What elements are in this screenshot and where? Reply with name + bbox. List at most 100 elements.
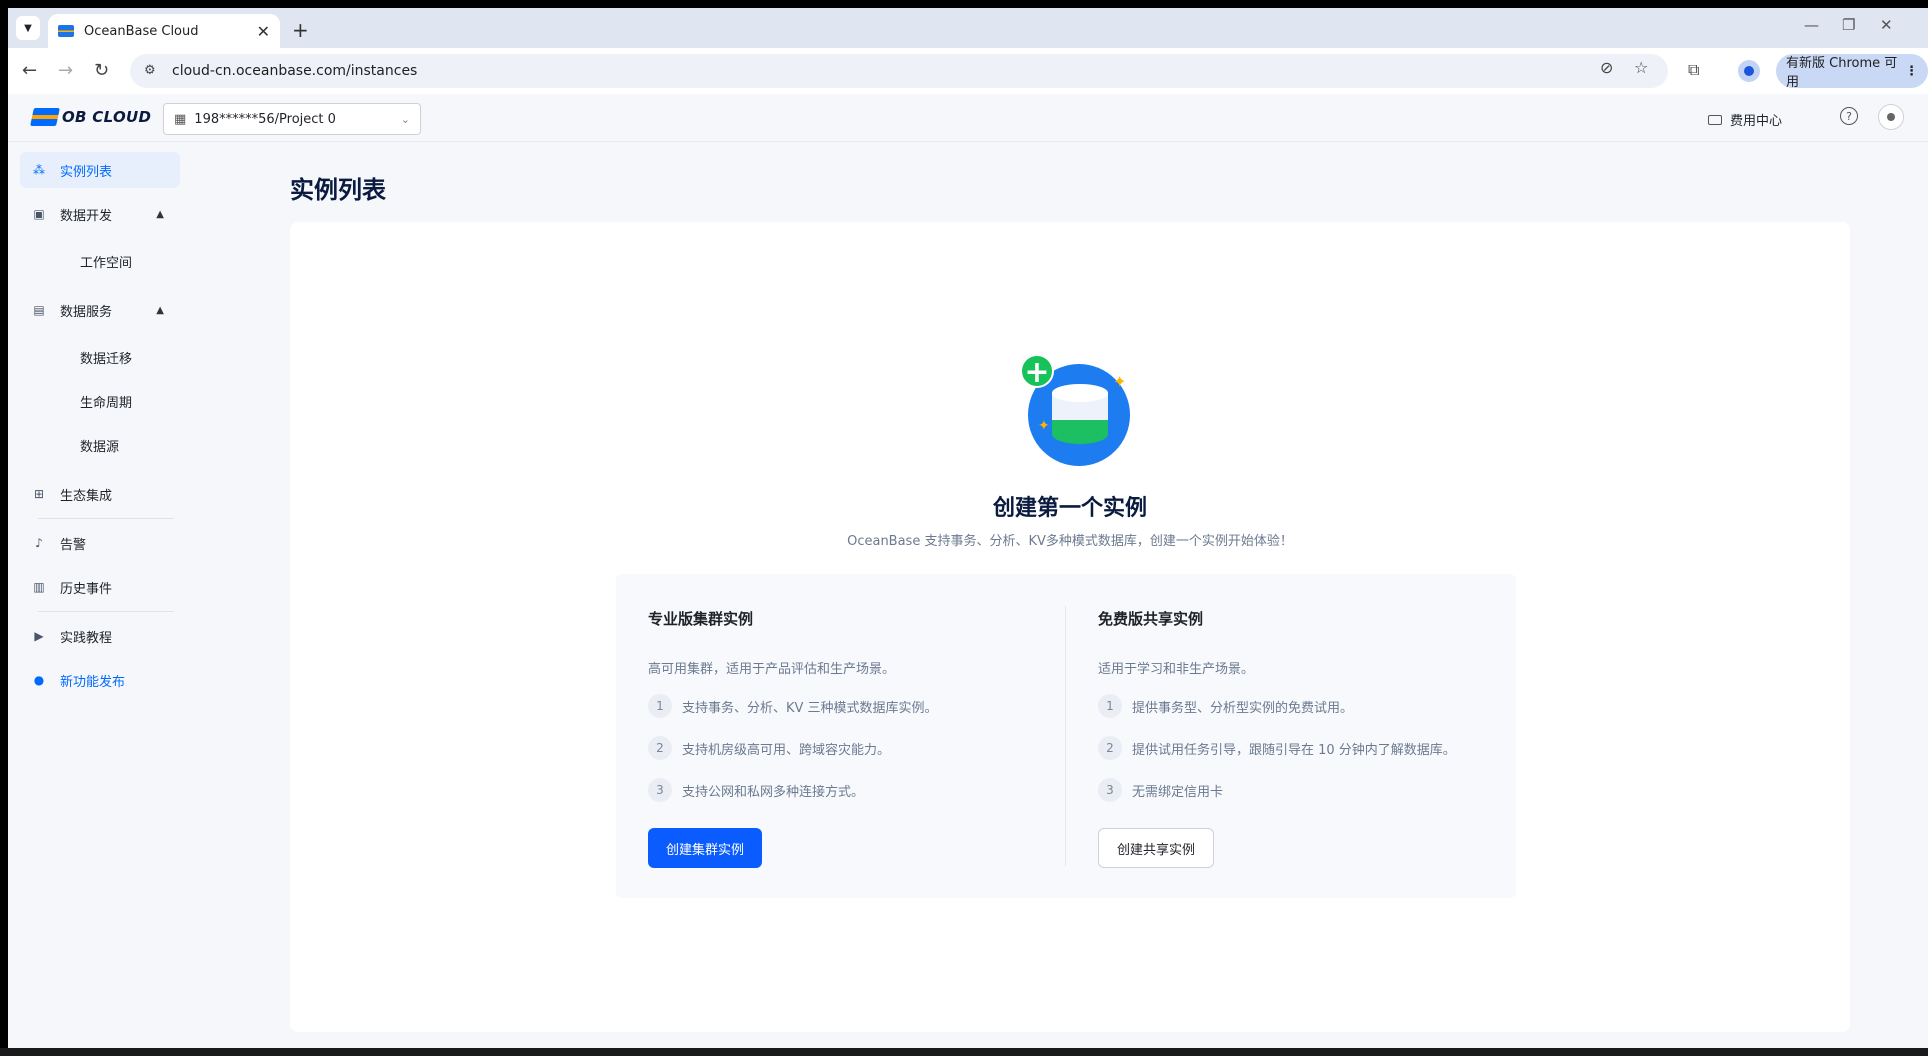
- list-item: 2 支持机房级高可用、跨域容灾能力。: [648, 736, 890, 760]
- profile-icon: [1744, 66, 1754, 76]
- sidebar-item-tutorials[interactable]: ▶ 实践教程: [20, 618, 180, 654]
- extensions-icon[interactable]: ⧉: [1688, 60, 1699, 80]
- sidebar-item-label: 生态集成: [60, 488, 113, 504]
- sidebar-item-data-migration[interactable]: 数据迁移: [80, 348, 132, 367]
- option-divider: [1065, 606, 1066, 866]
- sidebar-item-data-dev[interactable]: ▣ 数据开发 ▲: [20, 196, 180, 232]
- sidebar-item-ecosystem[interactable]: ⊞ 生态集成: [20, 476, 180, 512]
- bell-icon: ♪: [35, 536, 43, 550]
- sidebar-item-alerts[interactable]: ♪ 告警: [20, 525, 180, 561]
- update-chrome-button[interactable]: 有新版 Chrome 可用 ⋮: [1776, 54, 1928, 90]
- site-info-icon[interactable]: ⚙: [144, 63, 160, 79]
- create-instance-illustration: + ✦ ✦: [1020, 354, 1132, 466]
- free-shared-option: 免费版共享实例 适用于学习和非生产场景。 1 提供事务型、分析型实例的免费试用。…: [1098, 574, 1518, 898]
- tab-bar: ▼ OceanBase Cloud ✕ + — ❐ ✕: [8, 8, 1928, 48]
- sidebar-item-lifecycle[interactable]: 生命周期: [80, 392, 132, 411]
- sidebar-item-label: 数据开发: [60, 208, 113, 224]
- sidebar-item-new-features[interactable]: ● 新功能发布: [20, 662, 180, 698]
- logo[interactable]: OB CLOUD: [30, 108, 152, 126]
- app-header: OB CLOUD ▦ 198******56/Project 0 ⌄ 费用中心 …: [8, 94, 1928, 142]
- ob-logo-icon: [30, 108, 60, 126]
- empty-state-card: + ✦ ✦ 创建第一个实例 OceanBase 支持事务、分析、KV多种模式数据…: [290, 222, 1850, 1032]
- reload-icon[interactable]: ↻: [94, 60, 109, 81]
- chevron-up-icon: ▲: [156, 208, 164, 220]
- back-icon[interactable]: ←: [22, 60, 37, 81]
- building-icon: ▦: [174, 111, 187, 127]
- list-item-text: 提供试用任务引导，跟随引导在 10 分钟内了解数据库。: [1132, 742, 1456, 758]
- option-title: 专业版集群实例: [648, 610, 754, 628]
- sidebar-item-workspace[interactable]: 工作空间: [80, 252, 132, 271]
- more-menu-icon[interactable]: ⋮: [1905, 64, 1918, 79]
- hero-description: OceanBase 支持事务、分析、KV多种模式数据库，创建一个实例开始体验！: [847, 534, 1293, 549]
- taskbar: [0, 1048, 1928, 1056]
- window-close-icon[interactable]: ✕: [1880, 16, 1893, 34]
- sidebar: ⁂ 实例列表 ▣ 数据开发 ▲ 工作空间 ▤ 数据服务 ▲ 数据迁移 生命周期 …: [8, 142, 198, 1048]
- new-tab-button[interactable]: +: [292, 18, 309, 42]
- tab-title: OceanBase Cloud: [84, 23, 199, 39]
- minimize-icon[interactable]: —: [1804, 16, 1819, 34]
- option-title: 免费版共享实例: [1098, 610, 1204, 628]
- address-bar[interactable]: ⚙ cloud-cn.oceanbase.com/instances: [130, 54, 1668, 88]
- list-item: 3 支持公网和私网多种连接方式。: [648, 778, 864, 802]
- sidebar-item-data-source[interactable]: 数据源: [80, 436, 119, 455]
- project-selector[interactable]: ▦ 198******56/Project 0 ⌄: [163, 103, 421, 135]
- list-item: 3 无需绑定信用卡: [1098, 778, 1223, 802]
- sidebar-item-label: 数据服务: [60, 304, 113, 320]
- billing-label: 费用中心: [1730, 114, 1783, 129]
- chevron-down-icon: ▼: [24, 22, 32, 34]
- close-tab-icon[interactable]: ✕: [257, 22, 270, 41]
- forward-icon[interactable]: →: [58, 60, 73, 81]
- sidebar-item-label: 新功能发布: [60, 674, 126, 690]
- step-number: 3: [648, 778, 672, 802]
- profile-avatar[interactable]: [1738, 60, 1760, 82]
- play-icon: ▶: [34, 629, 44, 643]
- create-shared-instance-button[interactable]: 创建共享实例: [1098, 828, 1214, 868]
- tab-search-button[interactable]: ▼: [16, 16, 40, 40]
- eye-off-icon[interactable]: ⊘: [1600, 58, 1613, 77]
- step-number: 2: [648, 736, 672, 760]
- chevron-down-icon: ⌄: [400, 112, 410, 126]
- cluster-icon: ⁂: [33, 163, 45, 177]
- list-item-text: 支持机房级高可用、跨域容灾能力。: [682, 742, 891, 758]
- logo-text: OB CLOUD: [62, 108, 152, 126]
- update-label: 有新版 Chrome 可用: [1786, 56, 1898, 90]
- list-item-text: 提供事务型、分析型实例的免费试用。: [1132, 700, 1354, 716]
- browser-tab[interactable]: OceanBase Cloud ✕: [48, 14, 280, 48]
- step-number: 3: [1098, 778, 1122, 802]
- list-item: 1 提供事务型、分析型实例的免费试用。: [1098, 694, 1353, 718]
- database-base: [1052, 420, 1108, 444]
- sidebar-item-history[interactable]: ▥ 历史事件: [20, 569, 180, 605]
- chevron-up-icon: ▲: [156, 304, 164, 316]
- sidebar-item-label: 实践教程: [60, 630, 113, 646]
- browser-toolbar: ← → ↻ ⚙ cloud-cn.oceanbase.com/instances…: [8, 48, 1928, 94]
- page-title: 实例列表: [290, 176, 386, 204]
- sidebar-item-label: 告警: [60, 537, 87, 553]
- step-number: 1: [1098, 694, 1122, 718]
- project-selector-value: 198******56/Project 0: [194, 111, 336, 127]
- sparkle-icon: ✦: [1113, 372, 1127, 391]
- monitor-icon: ▣: [33, 207, 45, 221]
- list-item-text: 支持公网和私网多种连接方式。: [682, 784, 865, 800]
- list-item-text: 支持事务、分析、KV 三种模式数据库实例。: [682, 700, 938, 716]
- credit-card-icon: [1708, 114, 1722, 125]
- sidebar-divider: [38, 611, 174, 612]
- bookmark-star-icon[interactable]: ☆: [1634, 58, 1648, 77]
- sidebar-item-instances[interactable]: ⁂ 实例列表: [20, 152, 180, 188]
- grid-icon: ⊞: [33, 487, 45, 501]
- help-icon[interactable]: ?: [1840, 107, 1858, 125]
- oceanbase-favicon-icon: [58, 25, 74, 37]
- database-icon: ▤: [33, 303, 45, 317]
- create-cluster-instance-button[interactable]: 创建集群实例: [648, 828, 762, 868]
- user-icon: [1887, 113, 1895, 121]
- list-item-text: 无需绑定信用卡: [1132, 784, 1224, 800]
- history-doc-icon: ▥: [33, 580, 45, 594]
- plus-icon: +: [1020, 354, 1054, 390]
- billing-center-link[interactable]: 费用中心: [1708, 110, 1782, 129]
- option-subtitle: 高可用集群，适用于产品评估和生产场景。: [648, 662, 896, 677]
- user-avatar[interactable]: [1878, 104, 1904, 130]
- app-root: OB CLOUD ▦ 198******56/Project 0 ⌄ 费用中心 …: [8, 94, 1928, 1048]
- restore-icon[interactable]: ❐: [1842, 16, 1855, 34]
- sidebar-item-label: 实例列表: [60, 164, 113, 180]
- sidebar-item-label: 历史事件: [60, 581, 113, 597]
- sidebar-item-data-services[interactable]: ▤ 数据服务 ▲: [20, 292, 180, 328]
